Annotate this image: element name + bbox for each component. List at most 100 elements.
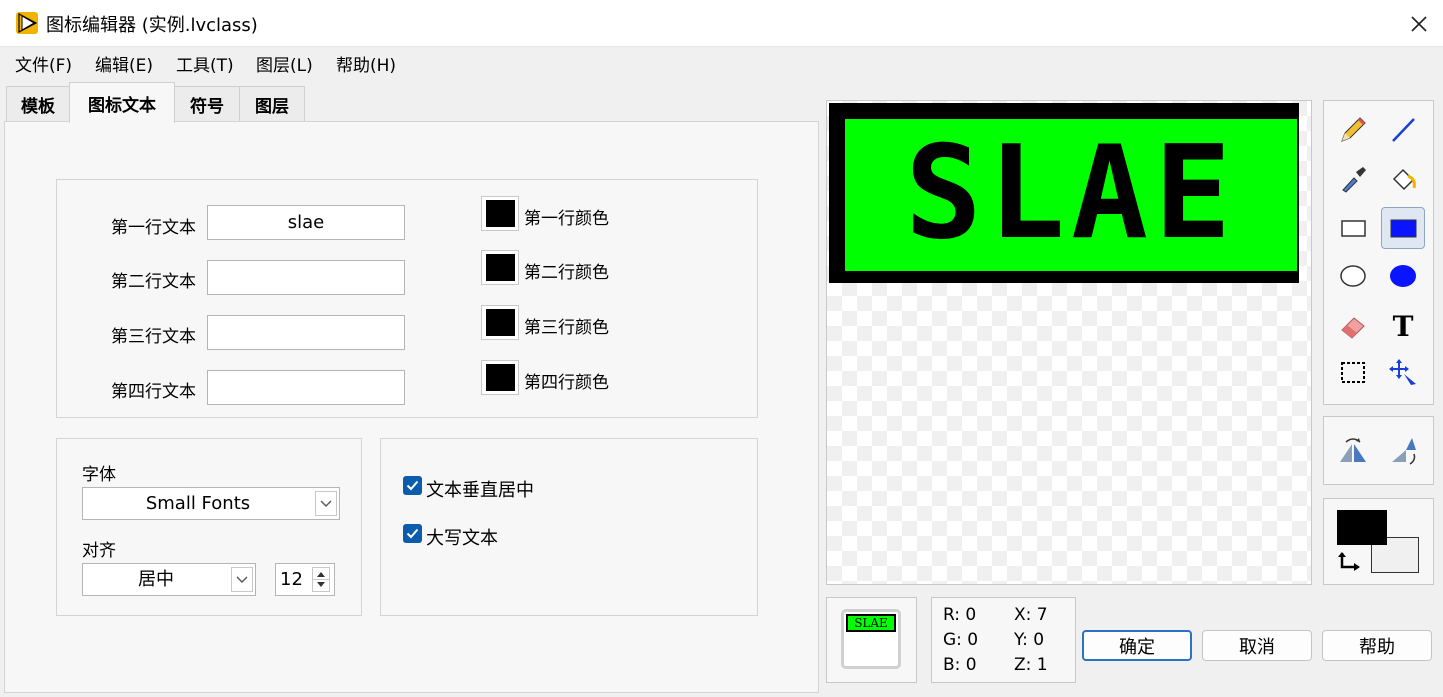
text-tool-icon: T xyxy=(1393,310,1414,340)
dropper-icon xyxy=(1342,167,1366,193)
help-button[interactable]: 帮助 xyxy=(1322,630,1432,661)
line1-color-label: 第一行颜色 xyxy=(524,209,609,229)
font-group: 字体 Small Fonts 对齐 居中 12 xyxy=(56,438,362,616)
line1-text-input[interactable]: slae xyxy=(207,205,405,240)
window-title: 图标编辑器 (实例.lvclass) xyxy=(46,15,258,36)
menu-bar: 文件(F) 编辑(E) 工具(T) 图层(L) 帮助(H) xyxy=(0,47,1443,78)
eraser-tool[interactable] xyxy=(1331,304,1375,346)
vertical-center-label: 文本垂直居中 xyxy=(426,480,534,501)
z-coordinate: Z: 1 xyxy=(1014,655,1048,675)
icon-border: SLAE xyxy=(829,103,1299,283)
svg-text:SLAE: SLAE xyxy=(905,119,1237,268)
filled-rectangle-tool[interactable] xyxy=(1381,207,1425,249)
spinner-arrows-icon xyxy=(313,572,329,587)
font-size-stepper[interactable]: 12 xyxy=(275,563,335,596)
line2-label: 第二行文本 xyxy=(111,272,196,292)
x-coordinate: X: 7 xyxy=(1014,605,1048,625)
fill-bucket-icon xyxy=(1392,168,1416,191)
tab-panel-icon-text: 第一行文本 slae 第二行文本 第三行文本 第四行文本 第一行颜色 第二行颜色… xyxy=(4,121,819,693)
pencil-icon xyxy=(1341,117,1366,142)
line3-label: 第三行文本 xyxy=(111,327,196,347)
text-options-group: 文本垂直居中 大写文本 xyxy=(380,438,758,616)
line1-label: 第一行文本 xyxy=(111,218,196,238)
select-icon xyxy=(1341,362,1365,383)
menu-file[interactable]: 文件(F) xyxy=(15,51,72,76)
chevron-down-icon xyxy=(236,576,248,583)
move-tool[interactable] xyxy=(1381,352,1425,394)
font-select-value: Small Fonts xyxy=(145,493,251,514)
line2-text-input[interactable] xyxy=(207,260,405,295)
text-lines-group: 第一行文本 slae 第二行文本 第三行文本 第四行文本 第一行颜色 第二行颜色… xyxy=(56,179,758,418)
vertical-center-checkbox[interactable] xyxy=(403,476,422,495)
uppercase-label: 大写文本 xyxy=(426,528,498,549)
red-value: R: 0 xyxy=(943,605,977,625)
tab-glyphs[interactable]: 符号 xyxy=(174,86,240,122)
ellipse-tool[interactable] xyxy=(1331,255,1375,297)
menu-layers[interactable]: 图层(L) xyxy=(256,51,313,76)
icon-fill: SLAE xyxy=(845,119,1297,271)
icon-canvas-text: SLAE xyxy=(905,119,1237,268)
swap-colors-button[interactable] xyxy=(1338,551,1362,573)
line4-label: 第四行文本 xyxy=(111,382,196,402)
fill-tool[interactable] xyxy=(1381,158,1425,200)
blue-value: B: 0 xyxy=(943,655,977,675)
filled-ellipse-icon xyxy=(1390,265,1416,287)
menu-help[interactable]: 帮助(H) xyxy=(336,51,396,76)
font-select[interactable]: Small Fonts xyxy=(82,487,340,520)
foreground-color-swatch[interactable] xyxy=(1337,510,1387,545)
icon-preview: SLAE xyxy=(841,609,901,669)
align-select[interactable]: 居中 xyxy=(82,563,256,596)
tab-templates[interactable]: 模板 xyxy=(6,86,70,122)
preview-text: SLAE xyxy=(848,616,894,630)
menu-edit[interactable]: 编辑(E) xyxy=(95,51,153,76)
filled-rectangle-icon xyxy=(1390,219,1417,238)
rectangle-icon xyxy=(1341,220,1366,237)
line4-color-swatch[interactable] xyxy=(481,360,519,395)
cancel-button[interactable]: 取消 xyxy=(1202,630,1312,661)
tab-layers[interactable]: 图层 xyxy=(239,86,305,122)
checkmark-icon xyxy=(406,528,419,539)
checkmark-icon xyxy=(406,480,419,491)
flip-horizontal-tool[interactable] xyxy=(1331,430,1375,472)
font-label: 字体 xyxy=(82,465,116,485)
tab-icon-text[interactable]: 图标文本 xyxy=(69,82,175,123)
pixel-info-box: R: 0 G: 0 B: 0 X: 7 Y: 0 Z: 1 xyxy=(931,597,1076,683)
ellipse-icon xyxy=(1340,265,1366,287)
uppercase-checkbox[interactable] xyxy=(403,524,422,543)
y-coordinate: Y: 0 xyxy=(1014,630,1045,650)
ok-button[interactable]: 确定 xyxy=(1082,630,1192,661)
line2-color-swatch[interactable] xyxy=(481,250,519,285)
line4-text-input[interactable] xyxy=(207,370,405,405)
flip-vertical-icon xyxy=(1392,438,1416,465)
flip-vertical-tool[interactable] xyxy=(1381,430,1425,472)
line2-color-label: 第二行颜色 xyxy=(524,263,609,283)
menu-tools[interactable]: 工具(T) xyxy=(176,51,234,76)
font-size-value: 12 xyxy=(280,569,303,590)
move-icon xyxy=(1389,359,1416,385)
font-size-spinner[interactable] xyxy=(312,567,330,592)
text-tool[interactable]: T xyxy=(1381,304,1425,346)
line3-color-label: 第三行颜色 xyxy=(524,318,609,338)
flip-palette xyxy=(1323,416,1434,485)
icon-canvas[interactable]: SLAE xyxy=(826,100,1312,585)
close-button[interactable] xyxy=(1398,8,1440,40)
swap-colors-icon xyxy=(1338,552,1360,571)
font-dropdown-button[interactable] xyxy=(315,491,337,516)
green-value: G: 0 xyxy=(943,630,979,650)
align-select-value: 居中 xyxy=(138,569,174,590)
line3-text-input[interactable] xyxy=(207,315,405,350)
tool-palette: T xyxy=(1323,100,1434,405)
rectangle-tool[interactable] xyxy=(1331,207,1375,249)
line3-color-swatch[interactable] xyxy=(481,305,519,340)
pencil-tool[interactable] xyxy=(1331,109,1375,151)
select-tool[interactable] xyxy=(1331,352,1375,394)
dropper-tool[interactable] xyxy=(1331,158,1375,200)
align-dropdown-button[interactable] xyxy=(231,567,253,592)
filled-ellipse-tool[interactable] xyxy=(1381,255,1425,297)
eraser-icon xyxy=(1341,317,1365,339)
labview-app-icon xyxy=(16,12,38,34)
line1-color-swatch[interactable] xyxy=(481,196,519,231)
title-bar: 图标编辑器 (实例.lvclass) xyxy=(0,0,1443,47)
icon-preview-box: SLAE xyxy=(826,597,917,683)
line-tool[interactable] xyxy=(1381,109,1425,151)
